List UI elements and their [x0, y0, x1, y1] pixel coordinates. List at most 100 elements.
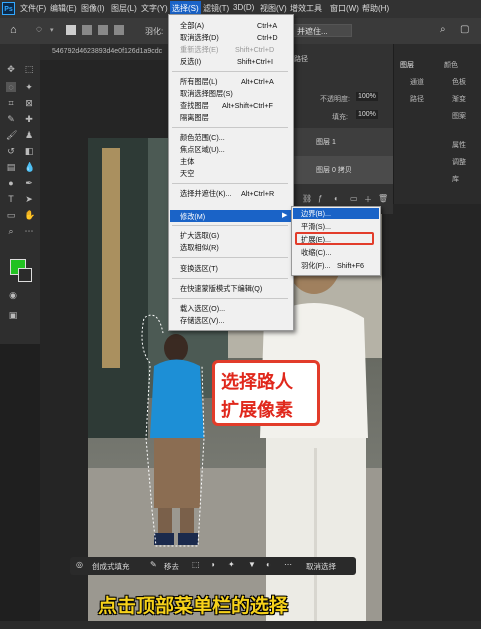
menu-item-find-layers[interactable]: 查找图层 [180, 101, 209, 111]
menu-item-grow[interactable]: 扩大选取(G) [180, 231, 219, 241]
move-tool-icon[interactable]: ✥ [6, 64, 16, 74]
panel-libraries[interactable]: 库 [452, 174, 459, 184]
pen-tool-icon[interactable]: ✒ [24, 178, 34, 188]
refine-icon[interactable]: ✦ [228, 560, 235, 569]
menu-item-focus-area[interactable]: 焦点区域(U)... [180, 145, 225, 155]
new-layer-icon[interactable]: ＋ [364, 194, 372, 205]
lasso-preset-icon[interactable]: ◌ [36, 24, 42, 35]
new-selection-icon[interactable] [66, 25, 76, 35]
select-and-mask-button[interactable]: 并遮住... [292, 24, 352, 37]
panel-adjustments[interactable]: 调整 [452, 157, 466, 167]
menu-item-reselect[interactable]: 重新选择(E) [180, 45, 218, 55]
menu-item-deselect[interactable]: 取消选择(D) [180, 33, 219, 43]
subtract-selection-icon[interactable] [98, 25, 108, 35]
menu-item-sky[interactable]: 天空 [180, 169, 194, 179]
healing-brush-tool-icon[interactable]: ✚ [24, 114, 34, 124]
rectangle-tool-icon[interactable]: ▭ [6, 210, 16, 220]
eraser-tool-icon[interactable]: ◧ [24, 146, 34, 156]
menu-edit[interactable]: 编辑(E) [50, 3, 77, 14]
blur-tool-icon[interactable]: 💧 [24, 162, 35, 172]
menu-item-quick-mask[interactable]: 在快速蒙版模式下编辑(Q) [180, 284, 262, 294]
menu-item-modify[interactable]: 修改(M) [180, 212, 205, 222]
workspace-icon[interactable]: ▢ [460, 24, 469, 35]
submenu-item-border[interactable]: 边界(B)... [301, 209, 331, 219]
deselect-button[interactable]: 取消选择 [306, 561, 336, 572]
menu-plugins[interactable]: 增效工具 [290, 3, 322, 14]
fill-value[interactable]: 100% [356, 110, 378, 119]
link-layers-icon[interactable]: ⛓ [302, 194, 312, 203]
add-selection-icon[interactable] [82, 25, 92, 35]
menu-item-subject[interactable]: 主体 [180, 157, 194, 167]
menu-item-deselect-layers[interactable]: 取消选择图层(S) [180, 89, 233, 99]
fill-bucket-icon[interactable]: ▼ [248, 560, 256, 569]
hand-tool-icon[interactable]: ✋ [24, 210, 35, 220]
new-group-icon[interactable]: ▭ [350, 194, 358, 203]
menu-3d[interactable]: 3D(D) [233, 3, 254, 12]
menu-item-isolate-layers[interactable]: 隔离图层 [180, 113, 209, 123]
panel-properties[interactable]: 属性 [452, 140, 466, 150]
document-tab[interactable]: 546792d4623893d4e0f126d1a9cdc [40, 44, 182, 60]
panel-patterns[interactable]: 图案 [452, 111, 466, 121]
submenu-item-contract[interactable]: 收缩(C)... [301, 248, 331, 258]
gradient-tool-icon[interactable]: ▤ [6, 162, 16, 172]
menu-type[interactable]: 文字(Y) [141, 3, 168, 14]
panel-layers[interactable]: 图层 [400, 60, 414, 70]
crop-tool-icon[interactable]: ⌗ [6, 98, 16, 108]
brush-tool-icon[interactable]: 🖌 [6, 130, 17, 140]
more-tools-icon[interactable]: ⋯ [24, 226, 34, 236]
intersect-selection-icon[interactable] [114, 25, 124, 35]
lasso-tool-icon[interactable]: ◌ [6, 82, 16, 92]
invert-icon[interactable]: ◐ [266, 560, 271, 569]
panel-color[interactable]: 颜色 [444, 60, 458, 70]
menu-item-similar[interactable]: 选取相似(R) [180, 243, 219, 253]
remove-tool-icon[interactable]: ✎ [150, 560, 157, 569]
panel-gradients[interactable]: 渐变 [452, 94, 466, 104]
select-subject-icon[interactable]: ⬚ [192, 560, 200, 569]
mask-icon[interactable]: ◑ [210, 560, 215, 569]
home-icon[interactable]: ⌂ [10, 24, 17, 36]
fx-icon[interactable]: ƒ [318, 194, 322, 203]
more-options-icon[interactable]: ⋯ [284, 560, 292, 569]
search-icon[interactable]: ⌕ [440, 24, 446, 35]
menu-view[interactable]: 视图(V) [260, 3, 287, 14]
menu-item-save-selection[interactable]: 存储选区(V)... [180, 316, 224, 326]
eyedropper-tool-icon[interactable]: ✎ [6, 114, 16, 124]
magic-wand-tool-icon[interactable]: ✦ [24, 82, 34, 92]
menu-item-all-layers[interactable]: 所有图层(L) [180, 77, 218, 87]
chevron-down-icon[interactable]: ▾ [50, 26, 54, 34]
opacity-value[interactable]: 100% [356, 92, 378, 101]
panel-swatches[interactable]: 色板 [452, 77, 466, 87]
background-color-swatch[interactable] [18, 268, 32, 282]
generative-fill-icon[interactable]: ◎ [76, 560, 83, 569]
clone-stamp-tool-icon[interactable]: ♟ [24, 130, 34, 140]
menu-item-select-and-mask[interactable]: 选择并遮住(K)... [180, 189, 232, 199]
submenu-item-smooth[interactable]: 平滑(S)... [301, 222, 331, 232]
menu-image[interactable]: 图像(I) [81, 3, 105, 14]
zoom-tool-icon[interactable]: ⌕ [6, 226, 16, 236]
artboard-tool-icon[interactable]: ⬚ [24, 64, 34, 74]
dodge-tool-icon[interactable]: ● [6, 178, 16, 188]
trash-icon[interactable]: 🗑 [378, 194, 388, 203]
menu-item-load-selection[interactable]: 载入选区(O)... [180, 304, 225, 314]
screen-mode-icon[interactable]: ▣ [8, 310, 18, 320]
history-brush-tool-icon[interactable]: ↺ [6, 146, 16, 156]
menu-help[interactable]: 帮助(H) [362, 3, 389, 14]
menu-item-inverse[interactable]: 反选(I) [180, 57, 201, 67]
frame-tool-icon[interactable]: ⊠ [24, 98, 34, 108]
path-selection-tool-icon[interactable]: ➤ [24, 194, 34, 204]
submenu-item-feather[interactable]: 羽化(F)... [301, 261, 331, 271]
layer-row[interactable]: 图层 0 拷贝 [290, 156, 393, 184]
remove-button[interactable]: 移去 [164, 561, 179, 572]
quick-mask-icon[interactable]: ◉ [8, 290, 18, 300]
add-mask-icon[interactable]: ◐ [334, 194, 339, 203]
menu-filter[interactable]: 滤镜(T) [203, 3, 229, 14]
generative-fill-button[interactable]: 创成式填充 [92, 561, 130, 572]
panel-paths[interactable]: 路径 [410, 94, 424, 104]
menu-layer[interactable]: 图层(L) [111, 3, 137, 14]
panel-channels[interactable]: 通道 [410, 77, 424, 87]
layer-row[interactable]: 图层 1 [290, 128, 393, 156]
menu-window[interactable]: 窗口(W) [330, 3, 359, 14]
menu-item-color-range[interactable]: 颜色范围(C)... [180, 133, 225, 143]
paths-tab[interactable]: 路径 [294, 54, 308, 64]
menu-file[interactable]: 文件(F) [20, 3, 46, 14]
